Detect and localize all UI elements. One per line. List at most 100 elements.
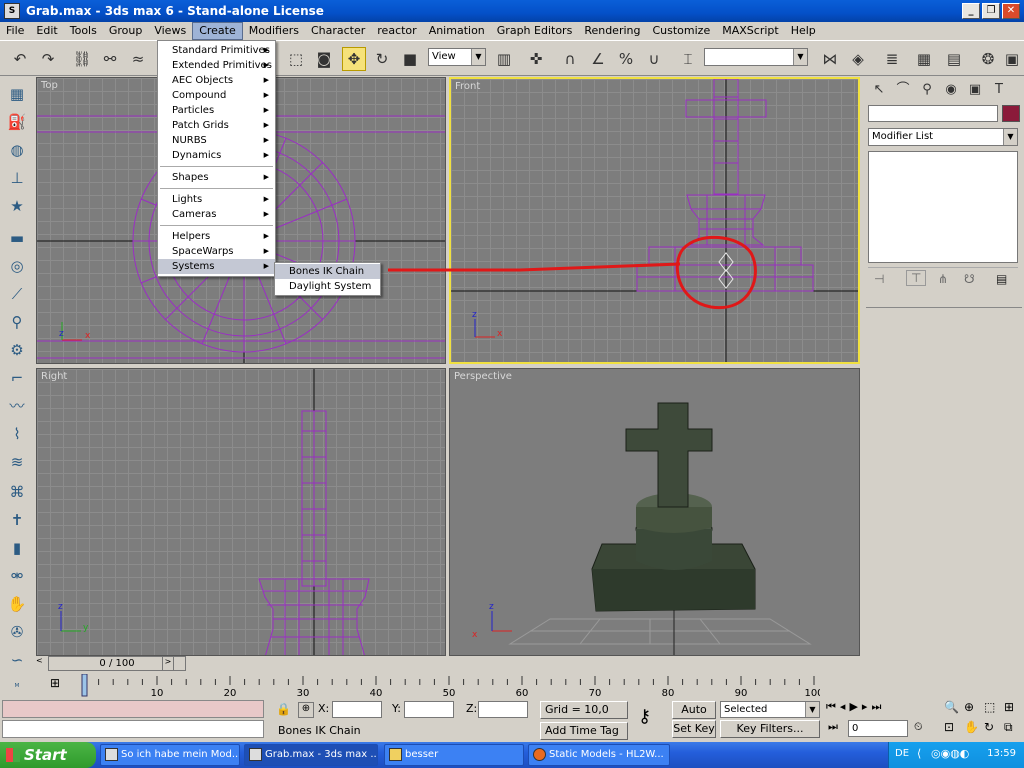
zoom-icon[interactable]: 🔍: [944, 700, 959, 714]
time-config-icon[interactable]: ⏲: [914, 720, 923, 734]
layer-manager-icon[interactable]: ≣: [880, 47, 904, 71]
hierarchy-tab-icon[interactable]: ⚲: [916, 80, 938, 100]
chain-icon[interactable]: ⚮: [5, 565, 29, 587]
maximize-viewport-icon[interactable]: ⧉: [1004, 720, 1013, 735]
move-icon[interactable]: ✥: [342, 47, 366, 71]
menu-modifiers[interactable]: Modifiers: [243, 22, 305, 40]
menu-item-lights[interactable]: Lights ▶: [158, 192, 275, 207]
track-view-icon[interactable]: ▦: [912, 47, 936, 71]
menu-edit[interactable]: Edit: [30, 22, 63, 40]
remove-modifier-icon[interactable]: ☋: [964, 272, 975, 286]
z-field[interactable]: [478, 701, 528, 718]
link-icon[interactable]: ⛓: [70, 47, 94, 71]
key-filters-button[interactable]: Key Filters...: [720, 720, 820, 738]
task-item-3dsmax[interactable]: Grab.max - 3ds max ...: [244, 744, 378, 766]
absolute-mode-icon[interactable]: ⊕: [298, 702, 314, 718]
viewport-perspective[interactable]: Perspective x z: [449, 368, 860, 656]
key-mode-toggle-icon[interactable]: ⏭: [828, 720, 838, 734]
menu-item-compound[interactable]: Compound ▶: [158, 88, 275, 103]
menu-item-spacewarps[interactable]: SpaceWarps ▶: [158, 244, 275, 259]
menu-item-aec-objects[interactable]: AEC Objects ▶: [158, 73, 275, 88]
motion-tab-icon[interactable]: ◉: [940, 80, 962, 100]
modifier-stack[interactable]: [868, 151, 1018, 263]
geosphere-icon[interactable]: ⊥: [5, 167, 29, 189]
time-next-icon[interactable]: >: [162, 656, 174, 671]
star-icon[interactable]: ★: [5, 195, 29, 217]
biped-icon[interactable]: ✝: [5, 509, 29, 531]
percent-snap-icon[interactable]: %: [614, 47, 638, 71]
named-selection-dropdown[interactable]: ▼: [704, 48, 808, 66]
current-frame-field[interactable]: 0: [848, 720, 908, 737]
menu-item-extended-primitives[interactable]: Extended Primitives ▶: [158, 58, 275, 73]
zoom-extents-all-icon[interactable]: ⊞: [1004, 700, 1014, 714]
menu-help[interactable]: Help: [785, 22, 822, 40]
object-color-swatch[interactable]: [1002, 105, 1020, 122]
track-bar[interactable]: 0102030405060708090100: [80, 673, 824, 699]
modify-tab-icon[interactable]: ⌒: [892, 80, 914, 100]
mirror-icon[interactable]: ⋈: [818, 47, 842, 71]
viewport-right[interactable]: Right y z: [36, 368, 446, 656]
prev-frame-icon[interactable]: ◂: [840, 700, 850, 713]
gear-icon[interactable]: ⚙: [5, 339, 29, 361]
tube-icon[interactable]: ⟋: [5, 283, 29, 305]
named-selection-icon[interactable]: ⌶: [676, 47, 700, 71]
snap-3d-icon[interactable]: ∩: [558, 47, 582, 71]
undo-icon[interactable]: ↶: [8, 47, 32, 71]
track-bar-icon[interactable]: ⊞: [44, 676, 66, 696]
region-zoom-icon[interactable]: ⊡: [944, 720, 954, 734]
cone-icon[interactable]: ⛽: [5, 111, 29, 133]
wrench-icon[interactable]: ⚲: [5, 311, 29, 333]
wave-icon[interactable]: 〰: [5, 395, 29, 417]
menu-item-cameras[interactable]: Cameras ▶: [158, 207, 275, 222]
add-time-tag-button[interactable]: Add Time Tag: [540, 722, 628, 740]
menu-animation[interactable]: Animation: [423, 22, 491, 40]
menu-item-nurbs[interactable]: NURBS ▶: [158, 133, 275, 148]
menu-item-systems[interactable]: Systems ▶: [158, 259, 275, 274]
wheel-icon[interactable]: ✇: [5, 621, 29, 643]
box-icon[interactable]: ▦: [5, 83, 29, 105]
sphere-icon[interactable]: ◍: [5, 139, 29, 161]
display-tab-icon[interactable]: ▣: [964, 80, 986, 100]
window-crossing-icon[interactable]: ◙: [312, 47, 336, 71]
menu-graph-editors[interactable]: Graph Editors: [491, 22, 579, 40]
object-name-field[interactable]: [868, 105, 998, 122]
prompt-line[interactable]: [2, 720, 264, 738]
menu-item-daylight-system[interactable]: Daylight System: [275, 279, 380, 294]
menu-rendering[interactable]: Rendering: [578, 22, 646, 40]
menu-item-patch-grids[interactable]: Patch Grids ▶: [158, 118, 275, 133]
tray-icons[interactable]: ◎◉◍◐: [931, 747, 969, 760]
menu-maxscript[interactable]: MAXScript: [716, 22, 784, 40]
maxscript-listener[interactable]: [2, 700, 264, 718]
time-prev-icon[interactable]: <: [36, 656, 44, 671]
menu-file[interactable]: File: [0, 22, 30, 40]
task-item-browser[interactable]: Static Models - HL2W...: [528, 744, 670, 766]
y-field[interactable]: [404, 701, 454, 718]
pan-icon[interactable]: ✋: [964, 720, 979, 734]
configure-sets-icon[interactable]: ▤: [996, 272, 1007, 286]
select-region-icon[interactable]: ⬚: [284, 47, 308, 71]
task-item-forum[interactable]: So ich habe mein Mod...: [100, 744, 240, 766]
menu-create[interactable]: Create: [192, 22, 243, 40]
language-indicator[interactable]: DE: [895, 748, 909, 759]
restore-button[interactable]: ❐: [982, 3, 1000, 19]
x-field[interactable]: [332, 701, 382, 718]
unlink-icon[interactable]: ⚯: [98, 47, 122, 71]
zoom-all-icon[interactable]: ⊕: [964, 700, 974, 714]
pipe-icon[interactable]: ⌇: [5, 423, 29, 445]
ripple-icon[interactable]: ≋: [5, 451, 29, 473]
bind-spacewarp-icon[interactable]: ≈: [126, 47, 150, 71]
redo-icon[interactable]: ↷: [36, 47, 60, 71]
play-icon[interactable]: ▶: [849, 700, 861, 713]
select-manipulate-icon[interactable]: ✜: [524, 47, 548, 71]
lock-icon[interactable]: 🔒: [276, 702, 291, 716]
key-mode-dropdown[interactable]: Selected ▼: [720, 701, 820, 718]
go-end-icon[interactable]: ⏭: [871, 700, 885, 713]
rotate-icon[interactable]: ↻: [370, 47, 394, 71]
menu-group[interactable]: Group: [103, 22, 149, 40]
utilities-tab-icon[interactable]: T: [988, 80, 1010, 100]
pivot-center-icon[interactable]: ▥: [492, 47, 516, 71]
create-tab-icon[interactable]: ↖: [868, 80, 890, 100]
tray-back-icon[interactable]: ⟨: [917, 747, 921, 760]
knot-icon[interactable]: ⌘: [5, 481, 29, 503]
menu-item-bones-ik-chain[interactable]: Bones IK Chain: [275, 264, 380, 279]
